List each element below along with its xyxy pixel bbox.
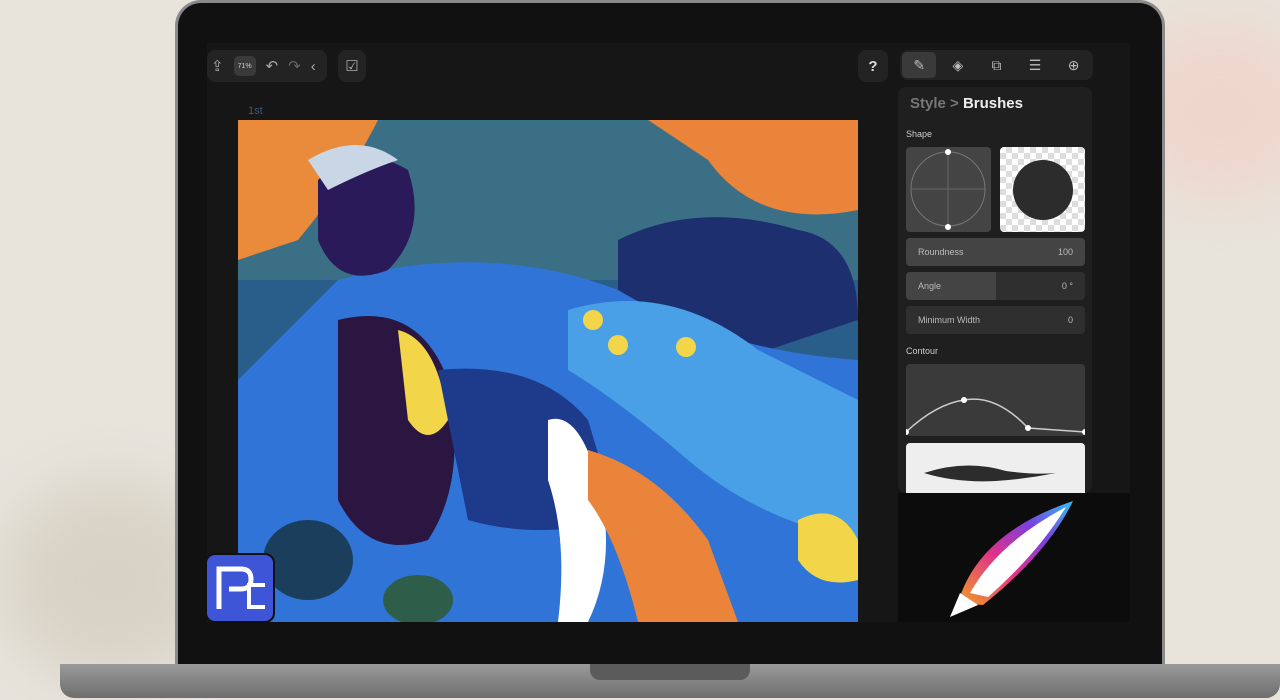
breadcrumb: Style > Brushes [910, 95, 1023, 112]
angle-slider[interactable]: Angle 0 ° [906, 272, 1085, 300]
layers-tab-icon[interactable]: ☰ [1018, 52, 1052, 78]
laptop-notch [590, 664, 750, 680]
breadcrumb-style[interactable]: Style [910, 95, 946, 112]
checkbox-icon: ☑ [345, 58, 359, 75]
roundness-label: Roundness [918, 247, 964, 257]
breadcrumb-brushes: Brushes [962, 95, 1023, 112]
undo-icon[interactable]: ↶ [266, 57, 279, 75]
minimum-width-label: Minimum Width [918, 315, 981, 325]
redo-icon[interactable]: ↷ [288, 57, 301, 75]
contour-curve-editor[interactable] [903, 364, 1088, 436]
roundness-slider[interactable]: Roundness 100 [906, 238, 1085, 266]
top-toolbar: ⇪ 71% ↶ ↷ ‹ [207, 50, 327, 82]
stroke-preview [906, 443, 1085, 493]
share-icon[interactable]: ⇪ [211, 57, 224, 75]
shape-angle-control[interactable] [906, 147, 991, 232]
zoom-level[interactable]: 71% [233, 56, 256, 76]
contour-label: Contour [906, 346, 939, 356]
procreate-logo [898, 493, 1130, 622]
layer-label: 1st [248, 105, 263, 117]
app-screen: ⇪ 71% ↶ ↷ ‹ ☑ ? 1st ✎ ◈ ⧉ ☰ ⊕ Style > Br… [207, 43, 1130, 622]
angle-label: Angle [918, 281, 942, 291]
breadcrumb-separator: > [950, 95, 959, 112]
panel-tabs: ✎ ◈ ⧉ ☰ ⊕ [900, 50, 1093, 80]
minimum-width-value: 0 [1067, 315, 1073, 325]
collapse-icon[interactable]: ‹ [311, 58, 316, 75]
minimum-width-slider[interactable]: Minimum Width 0 [906, 306, 1085, 334]
shape-preview [1000, 147, 1085, 232]
brush-style-tab-icon[interactable]: ✎ [902, 52, 937, 78]
artwork-canvas[interactable] [238, 120, 858, 622]
shape-label: Shape [906, 129, 933, 139]
brush-settings-panel: Style > Brushes Shape Roundness 100 Angle… [898, 87, 1092, 493]
help-button[interactable]: ? [858, 50, 888, 82]
angle-value: 0 ° [1061, 281, 1073, 291]
transform-tab-icon[interactable]: ◈ [941, 52, 975, 78]
shapes-tab-icon[interactable]: ⧉ [979, 52, 1013, 78]
select-button[interactable]: ☑ [338, 50, 366, 82]
pc-brand-logo [205, 553, 275, 623]
add-tab-icon[interactable]: ⊕ [1057, 52, 1091, 78]
roundness-value: 100 [1057, 247, 1073, 257]
